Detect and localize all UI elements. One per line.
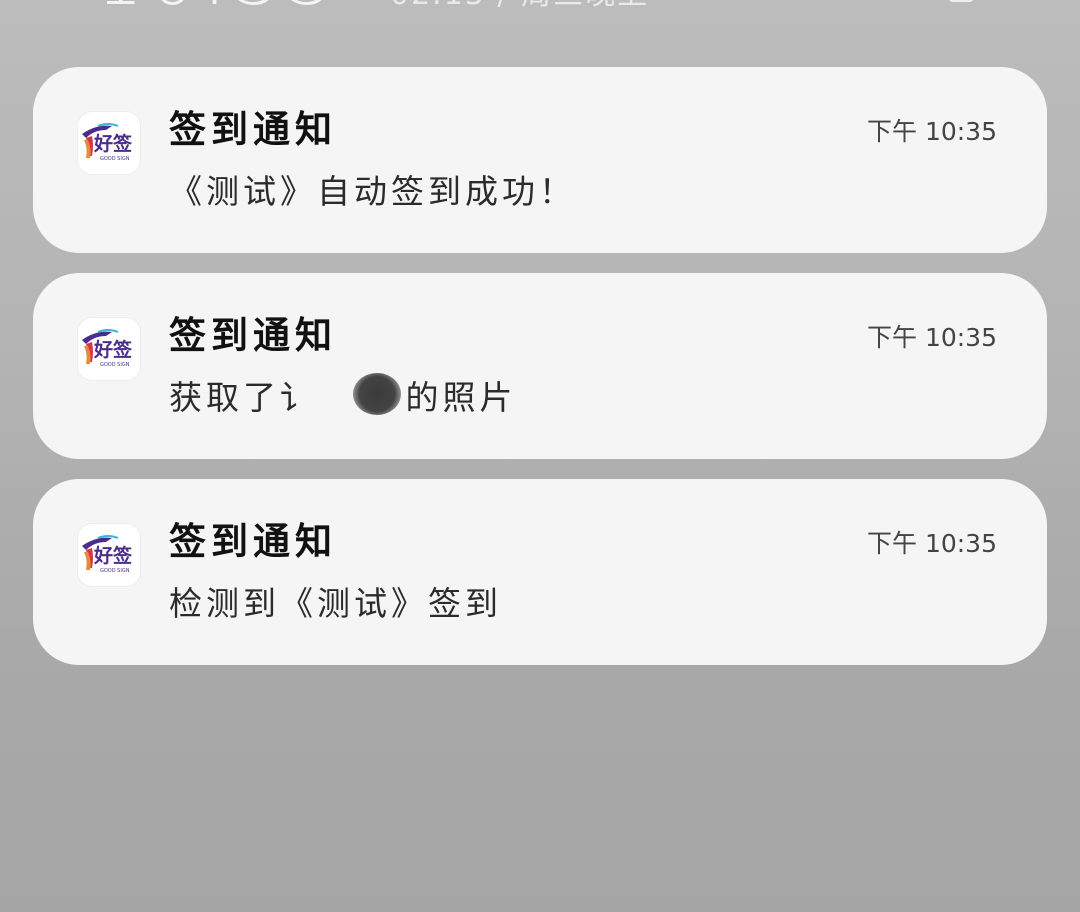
notification-time: 下午 10:35 [867,529,997,558]
notification-card[interactable]: 好签 GOOD SIGN 签到通知 下午 10:35 《测试》自动签到成功！ [33,67,1047,253]
lockscreen-clock: 10:33 [96,0,339,16]
svg-text:GOOD SIGN: GOOD SIGN [100,156,130,162]
svg-text:GOOD SIGN: GOOD SIGN [100,362,130,368]
app-icon-logo-text: 好签 [93,132,133,155]
haoqian-app-icon: 好签 GOOD SIGN [78,524,140,586]
svg-text:GOOD SIGN: GOOD SIGN [100,568,130,574]
notification-card[interactable]: 好签 GOOD SIGN 签到通知 下午 10:35 检测到《测试》签到 [33,479,1047,665]
notification-time: 下午 10:35 [867,323,997,352]
redaction-mask [311,377,353,413]
notification-time: 下午 10:35 [867,117,997,146]
notification-body: 《测试》自动签到成功！ [169,172,576,211]
notification-card[interactable]: 好签 GOOD SIGN 签到通知 下午 10:35 获取了讠 ㇀的照片 [33,273,1047,459]
notification-body: 检测到《测试》签到 [169,584,502,623]
svg-text:好签: 好签 [93,544,133,567]
notification-title: 签到通知 [169,520,337,563]
notification-title: 签到通知 [169,314,337,357]
haoqian-app-icon: 好签 GOOD SIGN [78,318,140,380]
notification-title: 签到通知 [169,108,337,151]
settings-icon[interactable] [930,0,990,18]
haoqian-app-icon: 好签 GOOD SIGN [78,112,140,174]
svg-text:好签: 好签 [93,338,133,361]
redaction-blob [353,373,401,415]
lockscreen-date: 02.13 / 周三晚上 [390,0,649,10]
